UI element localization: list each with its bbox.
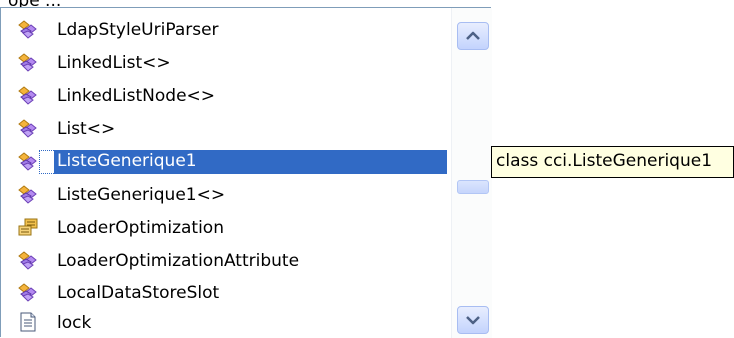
list-item-localdatastoreslot[interactable]: LocalDataStoreSlot bbox=[1, 278, 451, 308]
class-icon bbox=[17, 282, 39, 302]
class-icon bbox=[17, 151, 39, 171]
intellisense-completion-list[interactable]: LdapStyleUriParser LinkedList<> LinkedLi… bbox=[0, 7, 492, 338]
list-item-listegenerique1-generic[interactable]: ListeGenerique1<> bbox=[1, 180, 451, 210]
keyword-icon bbox=[17, 312, 39, 332]
list-item-linkedlist[interactable]: LinkedList<> bbox=[1, 48, 451, 78]
list-item-label: lock bbox=[57, 313, 92, 333]
list-item-label: LinkedListNode<> bbox=[57, 86, 216, 106]
selection-focus-outline bbox=[39, 150, 54, 174]
list-item-listegenerique1-selected[interactable]: ListeGenerique1 bbox=[1, 147, 451, 177]
quick-info-tooltip: class cci.ListeGenerique1 bbox=[491, 146, 734, 178]
list-item-lock[interactable]: lock bbox=[1, 308, 451, 338]
class-icon bbox=[17, 19, 39, 39]
scroll-down-arrow-icon bbox=[466, 316, 480, 325]
list-item-linkedlistnode[interactable]: LinkedListNode<> bbox=[1, 81, 451, 111]
list-item-label: LoaderOptimization bbox=[57, 218, 224, 238]
scroll-up-arrow-icon bbox=[466, 31, 480, 40]
vertical-scrollbar[interactable] bbox=[451, 8, 492, 338]
list-item-label: ListeGenerique1 bbox=[54, 150, 447, 174]
scroll-down-button[interactable] bbox=[457, 306, 489, 334]
list-item-label: LoaderOptimizationAttribute bbox=[57, 251, 300, 271]
list-item-label: ListeGenerique1<> bbox=[57, 185, 226, 205]
list-item-label: LdapStyleUriParser bbox=[57, 20, 219, 40]
scrollbar-thumb[interactable] bbox=[457, 180, 489, 194]
class-icon bbox=[17, 52, 39, 72]
list-item-label: LocalDataStoreSlot bbox=[57, 283, 220, 303]
list-item-list[interactable]: List<> bbox=[1, 114, 451, 144]
scroll-up-button[interactable] bbox=[457, 22, 489, 50]
class-icon bbox=[17, 250, 39, 270]
enum-icon bbox=[17, 217, 39, 237]
class-icon bbox=[17, 184, 39, 204]
list-item-label: LinkedList<> bbox=[57, 53, 171, 73]
list-item-loaderoptimization[interactable]: LoaderOptimization bbox=[1, 213, 451, 243]
list-item-label: List<> bbox=[57, 119, 116, 139]
class-icon bbox=[17, 85, 39, 105]
class-icon bbox=[17, 118, 39, 138]
list-item-ldapstyleuriparser[interactable]: LdapStyleUriParser bbox=[1, 15, 451, 45]
list-item-loaderoptimizationattribute[interactable]: LoaderOptimizationAttribute bbox=[1, 246, 451, 276]
